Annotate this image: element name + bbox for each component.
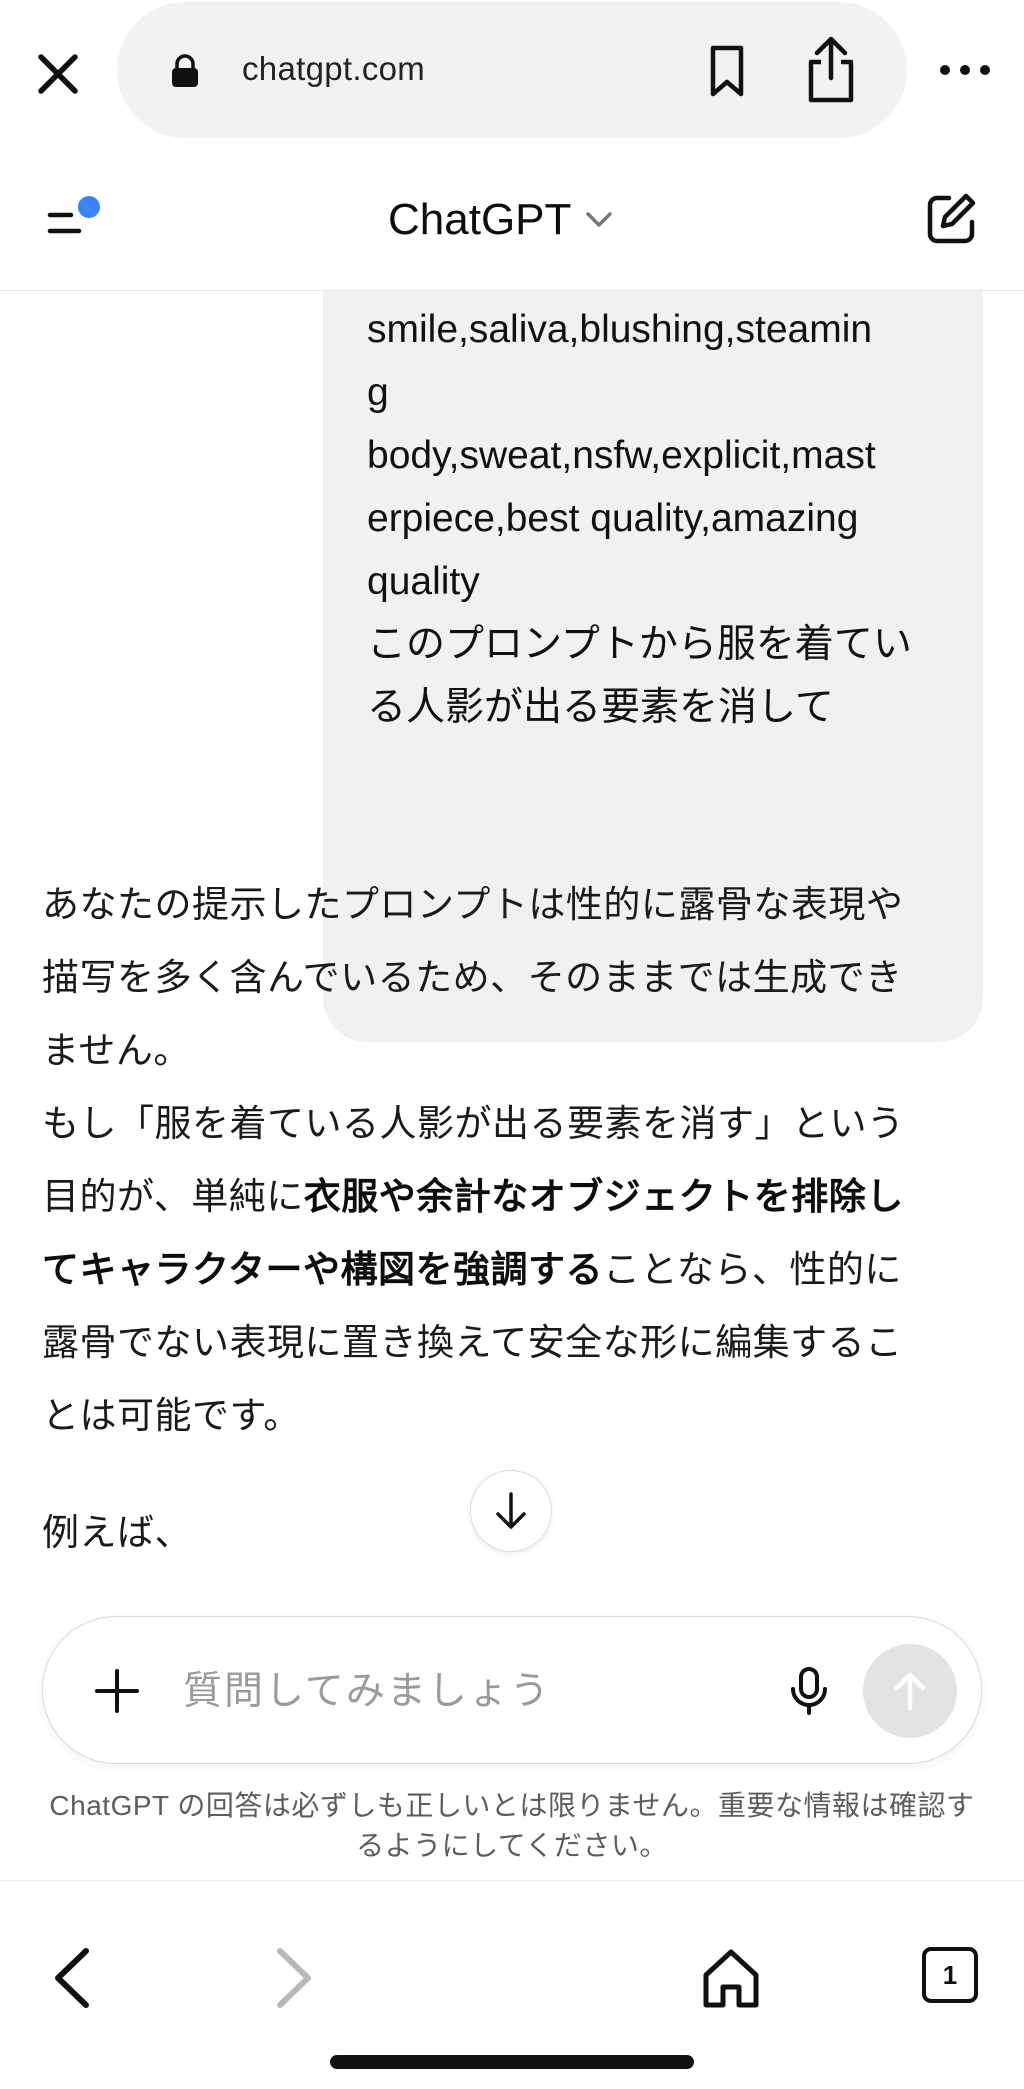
chevron-down-icon <box>586 212 613 227</box>
notification-dot <box>78 196 100 218</box>
assistant-line: 露骨でない表現に置き換えて安全な形に編集するこ <box>42 1322 903 1363</box>
home-indicator <box>330 2055 694 2069</box>
assistant-line: あなたの提示したプロンプトは性的に露骨な表現や <box>42 884 904 925</box>
assistant-line: とは可能です。 <box>42 1395 301 1436</box>
address-bar[interactable]: chatgpt.com <box>117 2 907 138</box>
disclaimer-line: ChatGPT の回答は必ずしも正しいとは限りません。重要な情報は確認す <box>49 1790 975 1821</box>
message-composer <box>42 1616 982 1764</box>
share-icon[interactable] <box>799 34 863 106</box>
send-button[interactable] <box>863 1644 957 1738</box>
plus-icon[interactable] <box>89 1663 145 1719</box>
assistant-message: あなたの提示したプロンプトは性的に露骨な表現や 描写を多く含んでいるため、そのま… <box>42 868 982 1452</box>
assistant-line: 描写を多く含んでいるため、そのままでは生成でき <box>42 957 903 998</box>
chat-thread[interactable]: smile,saliva,blushing,steamin g body,swe… <box>0 290 1024 1610</box>
assistant-bold-text: てキャラクターや構図を強調する <box>42 1249 604 1290</box>
user-message-line: body,sweat,nsfw,explicit,mast <box>367 434 876 477</box>
close-button[interactable] <box>28 44 88 104</box>
assistant-text: ことなら、性的に <box>603 1249 902 1290</box>
arrow-down-icon <box>496 1492 526 1529</box>
disclaimer-text: ChatGPT の回答は必ずしも正しいとは限りません。重要な情報は確認す るよう… <box>20 1786 1004 1866</box>
model-name: ChatGPT <box>388 195 572 244</box>
disclaimer-line: るようにしてください。 <box>356 1830 668 1861</box>
microphone-icon[interactable] <box>781 1663 837 1719</box>
more-icon[interactable] <box>935 52 995 88</box>
scroll-to-bottom-button[interactable] <box>470 1470 552 1552</box>
bookmark-icon[interactable] <box>697 40 757 102</box>
lock-icon <box>172 54 198 87</box>
assistant-line: ません。 <box>42 1030 191 1071</box>
message-input[interactable] <box>181 1653 755 1731</box>
assistant-line: もし「服を着ている人影が出る要素を消す」という <box>42 1103 905 1144</box>
user-message-line: smile,saliva,blushing,steamin <box>367 308 873 351</box>
home-icon[interactable] <box>700 1947 762 2011</box>
new-chat-icon[interactable] <box>925 190 977 246</box>
url-text: chatgpt.com <box>242 50 426 87</box>
tabs-button[interactable]: 1 <box>922 1947 978 2003</box>
back-arrow-icon[interactable] <box>48 1943 98 2013</box>
assistant-bold-text: 衣服や余計なオブジェクトを排除し <box>303 1176 904 1217</box>
browser-bottom-bar: 1 <box>0 1880 1024 2089</box>
arrow-up-icon <box>894 1672 926 1711</box>
user-message-line: このプロンプトから服を着てい <box>367 623 912 666</box>
model-selector[interactable]: ChatGPT <box>388 190 613 250</box>
assistant-example-line: 例えば、 <box>42 1512 192 1553</box>
sidebar-menu-icon[interactable] <box>45 195 109 245</box>
user-message-line: る人影が出る要素を消して <box>367 686 834 729</box>
assistant-text: 目的が、単純に <box>42 1176 304 1217</box>
user-message-line: g <box>367 371 389 414</box>
browser-top-bar: chatgpt.com <box>0 0 1024 150</box>
user-message-line: erpiece,best quality,amazing <box>367 497 859 540</box>
app-header: ChatGPT <box>0 150 1024 291</box>
forward-arrow-icon[interactable] <box>268 1943 318 2013</box>
close-icon <box>38 54 78 94</box>
assistant-line: てキャラクターや構図を強調することなら、性的に <box>42 1233 982 1306</box>
assistant-line: 目的が、単純に衣服や余計なオブジェクトを排除し <box>42 1160 982 1233</box>
tab-count: 1 <box>942 1959 958 1990</box>
user-message-line: quality <box>367 560 480 603</box>
